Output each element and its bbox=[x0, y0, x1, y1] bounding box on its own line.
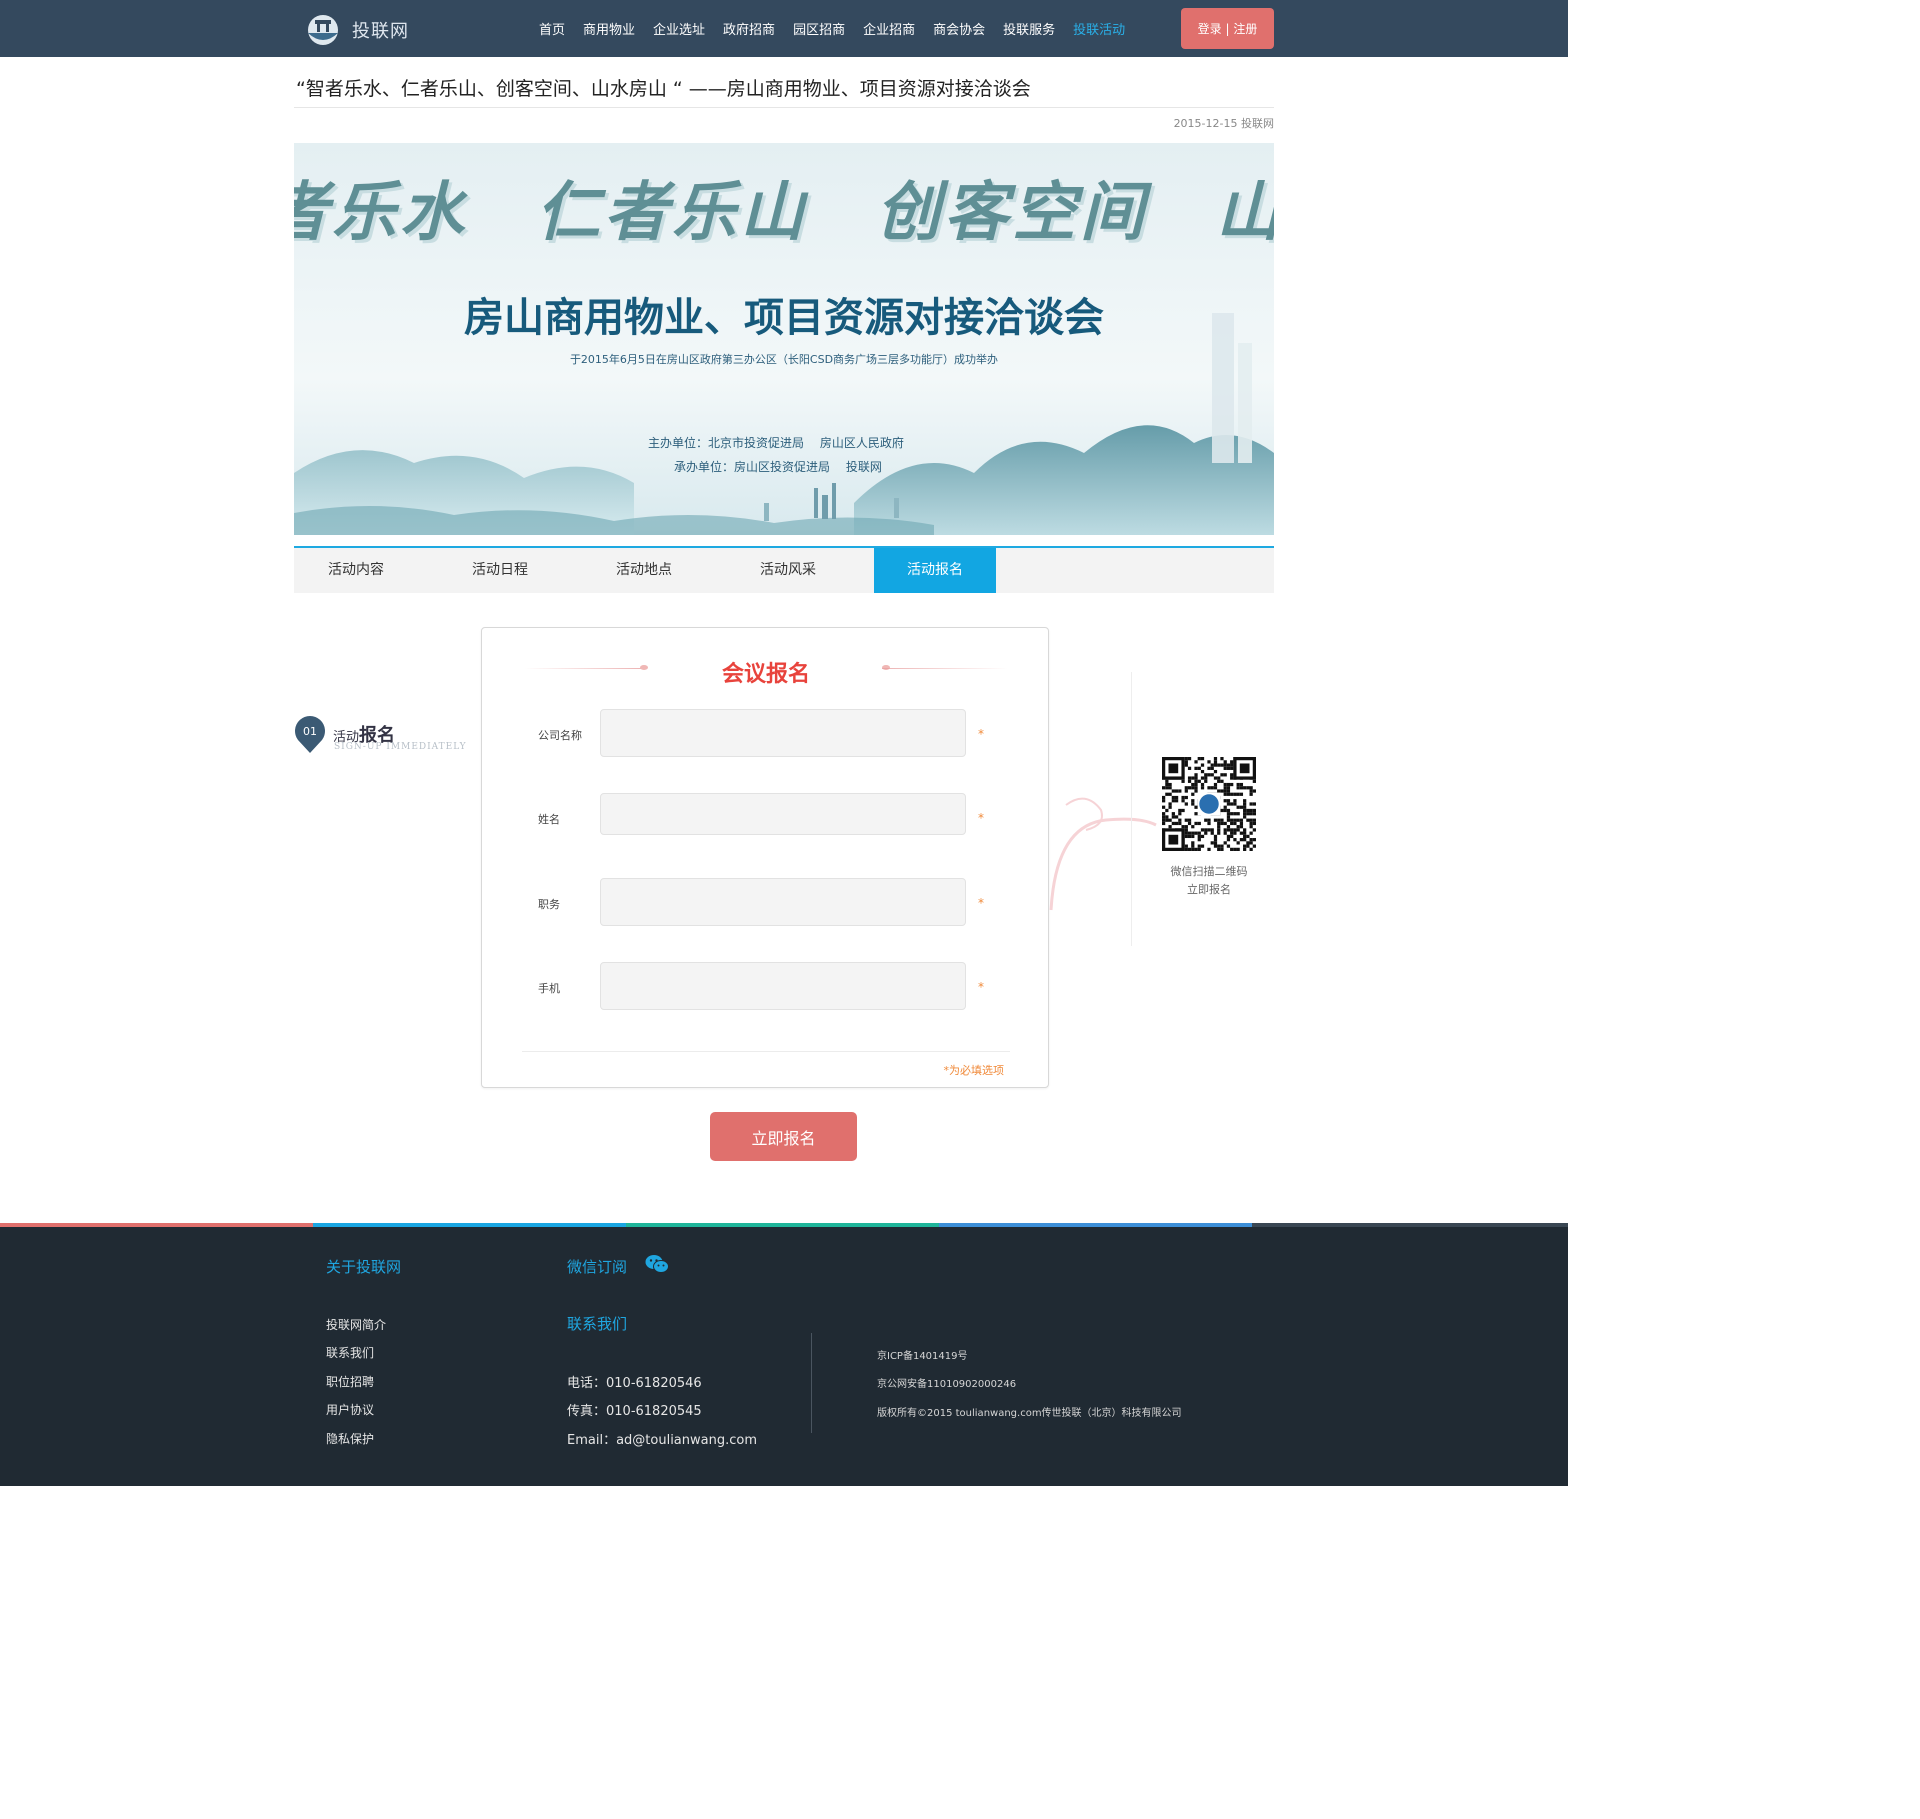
form-heading: 会议报名 bbox=[721, 662, 810, 687]
nav-item-1[interactable]: 商用物业 bbox=[583, 19, 635, 38]
article-date: 2015-12-15 bbox=[1173, 117, 1238, 130]
footer-link-privacy[interactable]: 隐私保护 bbox=[326, 1430, 374, 1447]
form-divider bbox=[522, 1051, 1010, 1052]
section-title-en: SIGN-UP IMMEDIATELY bbox=[334, 742, 467, 752]
position-label: 职务 bbox=[538, 898, 560, 911]
site-logo[interactable]: 投联网 bbox=[302, 10, 409, 50]
qr-code-image bbox=[1162, 757, 1256, 851]
signup-form: 会议报名 公司名称 * 姓名 * 职务 * 手机 * *为必填选项 bbox=[481, 627, 1049, 1088]
banner-organizer: 承办单位：房山区投资促进局 投联网 bbox=[674, 460, 882, 474]
decorative-swirl bbox=[1049, 797, 1157, 911]
tab-location[interactable]: 活动地点 bbox=[582, 548, 706, 593]
qr-divider bbox=[1131, 672, 1132, 946]
top-navigation-bar: 投联网 首页 商用物业 企业选址 政府招商 园区招商 企业招商 商会协会 投联服务 投联活动 登… bbox=[0, 0, 1568, 57]
nav-item-7[interactable]: 投联服务 bbox=[1003, 19, 1055, 38]
position-input[interactable] bbox=[600, 878, 966, 926]
company-required-mark: * bbox=[978, 727, 984, 741]
mobile-input[interactable] bbox=[600, 962, 966, 1010]
footer-police-record: 京公网安备11010902000246 bbox=[877, 1379, 1017, 1390]
name-required-mark: * bbox=[978, 811, 984, 825]
banner-host: 主办单位：北京市投资促进局 房山区人民政府 bbox=[648, 436, 904, 450]
nav-item-0[interactable]: 首页 bbox=[539, 19, 565, 38]
tab-signup[interactable]: 活动报名 bbox=[874, 548, 996, 593]
banner-title: 房山商用物业、项目资源对接洽谈会 bbox=[464, 294, 1104, 341]
site-footer: 关于投联网 投联网简介 联系我们 职位招聘 用户协议 隐私保护 微信订阅 联系我… bbox=[0, 1227, 1568, 1486]
footer-icp: 京ICP备1401419号 bbox=[877, 1351, 968, 1362]
nav-item-5[interactable]: 企业招商 bbox=[863, 19, 915, 38]
section-number: 01 bbox=[303, 725, 317, 738]
article-meta: 2015-12-15 投联网 bbox=[1000, 115, 1274, 131]
company-label: 公司名称 bbox=[538, 729, 582, 742]
footer-link-jobs[interactable]: 职位招聘 bbox=[326, 1373, 374, 1390]
tab-gallery[interactable]: 活动风采 bbox=[726, 548, 850, 593]
company-input[interactable] bbox=[600, 709, 966, 757]
nav-item-6[interactable]: 商会协会 bbox=[933, 19, 985, 38]
footer-link-intro[interactable]: 投联网简介 bbox=[326, 1316, 386, 1333]
footer-email[interactable]: Email：ad@toulianwang.com bbox=[567, 1429, 757, 1448]
nav-item-4[interactable]: 园区招商 bbox=[793, 19, 845, 38]
footer-link-terms[interactable]: 用户协议 bbox=[326, 1401, 374, 1418]
tab-content[interactable]: 活动内容 bbox=[294, 548, 418, 593]
qr-caption-line2: 立即报名 bbox=[1187, 883, 1231, 896]
article-source: 投联网 bbox=[1241, 117, 1274, 130]
main-nav: 首页 商用物业 企业选址 政府招商 园区招商 企业招商 商会协会 投联服务 投联活动 bbox=[530, 0, 1134, 57]
nav-item-8[interactable]: 投联活动 bbox=[1073, 19, 1125, 38]
footer-wechat-title: 微信订阅 bbox=[567, 1258, 628, 1276]
banner-subtitle: 于2015年6月5日在房山区政府第三办公区（长阳CSD商务广场三层多功能厅）成功… bbox=[569, 353, 999, 366]
event-banner: 者乐水 仁者乐山 创客空间 山水房 房山商用物业、项目资源对接洽谈会 于2015… bbox=[294, 143, 1274, 535]
logo-text: 投联网 bbox=[352, 21, 409, 42]
name-label: 姓名 bbox=[538, 813, 560, 826]
footer-copyright: 版权所有©2015 toulianwang.com传世投联（北京）科技有限公司 bbox=[877, 1408, 1182, 1419]
name-input[interactable] bbox=[600, 793, 966, 835]
position-required-mark: * bbox=[978, 896, 984, 910]
qr-caption: 微信扫描二维码 立即报名 bbox=[1150, 863, 1268, 899]
title-divider bbox=[294, 107, 1274, 108]
mobile-required-mark: * bbox=[978, 980, 984, 994]
submit-signup-button[interactable]: 立即报名 bbox=[710, 1112, 857, 1161]
required-note: *为必填选项 bbox=[943, 1064, 1005, 1077]
wechat-icon[interactable] bbox=[645, 1254, 669, 1274]
footer-about-title: 关于投联网 bbox=[326, 1258, 402, 1276]
footer-contact-title: 联系我们 bbox=[567, 1315, 628, 1333]
event-tabs: 活动内容 活动日程 活动地点 活动风采 活动报名 bbox=[294, 546, 1274, 593]
footer-fax: 传真：010-61820545 bbox=[567, 1404, 702, 1419]
footer-divider bbox=[811, 1333, 812, 1433]
qr-caption-line1: 微信扫描二维码 bbox=[1170, 865, 1248, 878]
article-title: “智者乐水、仁者乐山、创客空间、山水房山 “ ——房山商用物业、项目资源对接洽谈… bbox=[296, 78, 1031, 100]
footer-phone: 电话：010-61820546 bbox=[567, 1376, 702, 1391]
tab-schedule[interactable]: 活动日程 bbox=[438, 548, 562, 593]
footer-link-contact[interactable]: 联系我们 bbox=[326, 1344, 374, 1361]
nav-item-2[interactable]: 企业选址 bbox=[653, 19, 705, 38]
section-label: 01 活动报名 SIGN-UP IMMEDIATELY bbox=[294, 716, 484, 756]
login-register-button[interactable]: 登录 | 注册 bbox=[1181, 8, 1274, 49]
logo-icon bbox=[308, 15, 338, 45]
mobile-label: 手机 bbox=[538, 982, 560, 995]
banner-calligraphy: 者乐水 仁者乐山 创客空间 山水房 bbox=[294, 175, 1274, 250]
nav-item-3[interactable]: 政府招商 bbox=[723, 19, 775, 38]
